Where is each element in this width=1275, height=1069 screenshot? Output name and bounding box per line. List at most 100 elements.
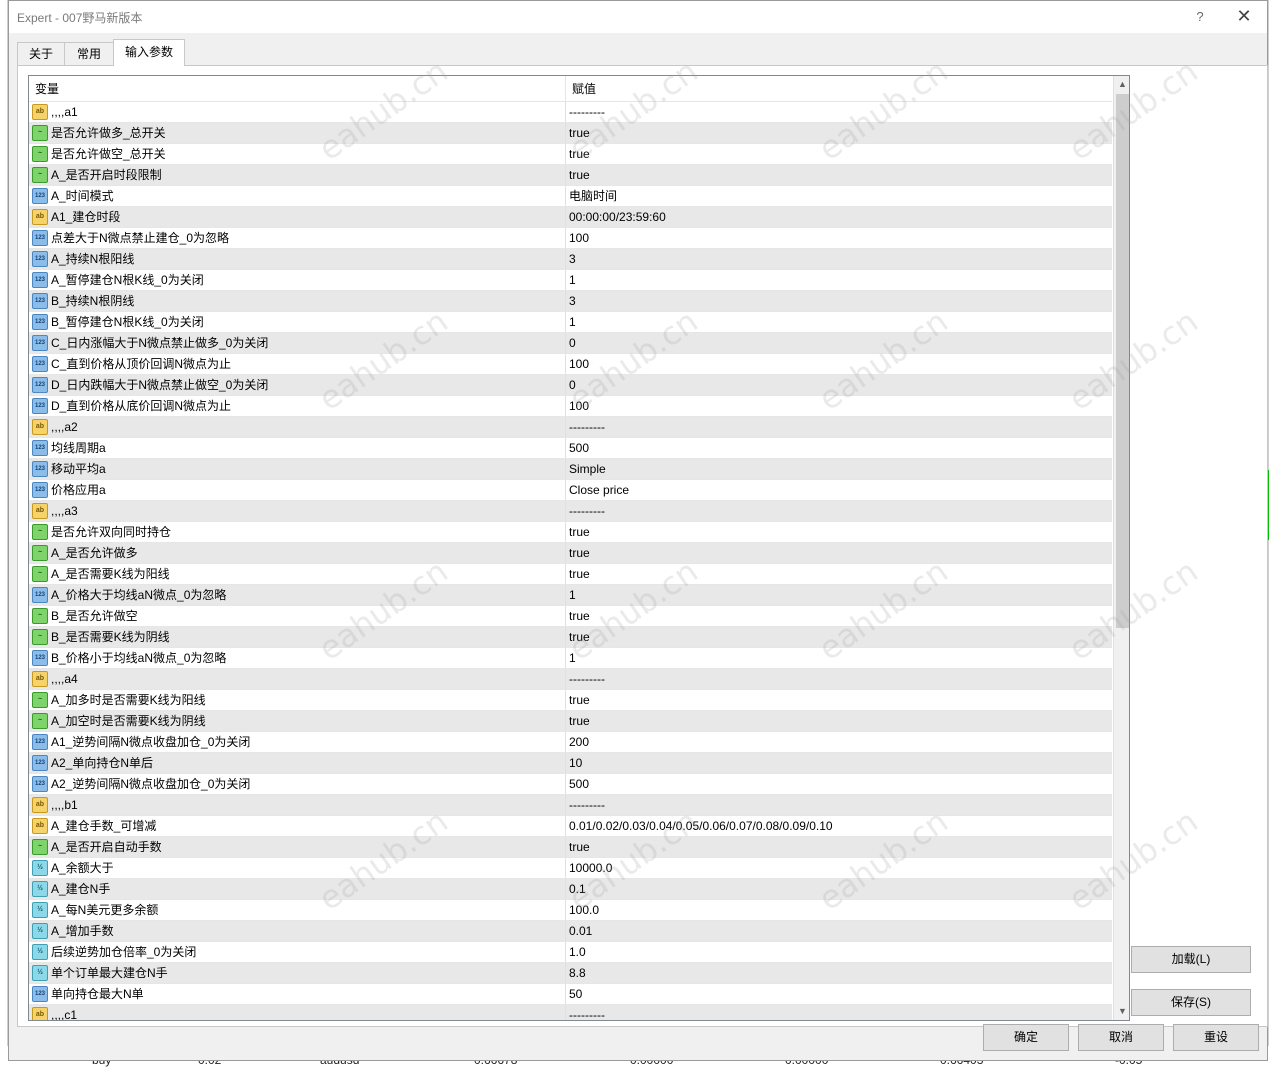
cancel-button[interactable]: 取消 <box>1078 1024 1164 1051</box>
parameter-value[interactable]: true <box>569 564 590 584</box>
parameter-value[interactable]: 10000.0 <box>569 858 612 878</box>
parameter-value[interactable]: true <box>569 165 590 185</box>
parameter-value[interactable]: --------- <box>569 1005 605 1020</box>
parameter-row[interactable]: ~ A_是否开启时段限制 true <box>29 165 1112 186</box>
parameter-row[interactable]: ½ 后续逆势加仓倍率_0为关闭 1.0 <box>29 942 1112 963</box>
parameter-value[interactable]: 1 <box>569 585 576 605</box>
parameter-value[interactable]: 1.0 <box>569 942 586 962</box>
title-bar[interactable]: Expert - 007野马新版本 ? ✕ <box>9 1 1267 33</box>
parameter-row[interactable]: 123 D_日内跌幅大于N微点禁止做空_0为关闭 0 <box>29 375 1112 396</box>
parameter-row[interactable]: ½ A_增加手数 0.01 <box>29 921 1112 942</box>
tab-about[interactable]: 关于 <box>17 42 65 65</box>
parameter-row[interactable]: ab ,,,,a4 --------- <box>29 669 1112 690</box>
parameter-value[interactable]: true <box>569 543 590 563</box>
tab-common[interactable]: 常用 <box>64 42 114 65</box>
load-button[interactable]: 加载(L) <box>1131 946 1251 973</box>
parameter-row[interactable]: 123 点差大于N微点禁止建仓_0为忽略 100 <box>29 228 1112 249</box>
column-header-variable[interactable]: 变量 <box>29 76 565 102</box>
parameter-value[interactable]: 1 <box>569 648 576 668</box>
parameter-value[interactable]: true <box>569 123 590 143</box>
parameter-row[interactable]: ½ A_每N美元更多余额 100.0 <box>29 900 1112 921</box>
parameter-row[interactable]: 123 单向持仓最大N单 50 <box>29 984 1112 1005</box>
parameter-value[interactable]: 500 <box>569 774 589 794</box>
parameter-row[interactable]: ~ 是否允许做多_总开关 true <box>29 123 1112 144</box>
parameter-value[interactable]: Close price <box>569 480 629 500</box>
ok-button[interactable]: 确定 <box>983 1024 1069 1051</box>
parameter-value[interactable]: true <box>569 711 590 731</box>
parameter-value[interactable]: 3 <box>569 249 576 269</box>
parameter-row[interactable]: 123 D_直到价格从底价回调N微点为止 100 <box>29 396 1112 417</box>
parameter-value[interactable]: 100 <box>569 354 589 374</box>
parameter-row[interactable]: 123 移动平均a Simple <box>29 459 1112 480</box>
parameter-row[interactable]: ab A_建仓手数_可增减 0.01/0.02/0.03/0.04/0.05/0.0… <box>29 816 1112 837</box>
parameter-value[interactable]: --------- <box>569 102 605 122</box>
parameter-row[interactable]: 123 B_价格小于均线aN微点_0为忽略 1 <box>29 648 1112 669</box>
parameter-value[interactable]: 8.8 <box>569 963 586 983</box>
parameter-row[interactable]: 123 A_价格大于均线aN微点_0为忽略 1 <box>29 585 1112 606</box>
parameter-row[interactable]: ab ,,,,a1 --------- <box>29 102 1112 123</box>
parameter-value[interactable]: 200 <box>569 732 589 752</box>
parameter-value[interactable]: 1 <box>569 270 576 290</box>
parameter-row[interactable]: ~ B_是否允许做空 true <box>29 606 1112 627</box>
parameter-value[interactable]: --------- <box>569 417 605 437</box>
parameter-row[interactable]: ab ,,,,b1 --------- <box>29 795 1112 816</box>
scroll-down-arrow-icon[interactable]: ▼ <box>1114 1003 1129 1020</box>
parameter-value[interactable]: --------- <box>569 669 605 689</box>
parameter-value[interactable]: 00:00:00/23:59:60 <box>569 207 666 227</box>
parameter-row[interactable]: 123 A_暂停建仓N根K线_0为关闭 1 <box>29 270 1112 291</box>
tab-inputs[interactable]: 输入参数 <box>113 39 185 66</box>
parameter-row[interactable]: ~ 是否允许双向同时持仓 true <box>29 522 1112 543</box>
parameter-value[interactable]: 100.0 <box>569 900 599 920</box>
parameter-value[interactable]: true <box>569 627 590 647</box>
parameter-row[interactable]: ½ 单个订单最大建仓N手 8.8 <box>29 963 1112 984</box>
column-header-value[interactable]: 赋值 <box>566 76 1106 102</box>
reset-button[interactable]: 重设 <box>1173 1024 1259 1051</box>
parameter-row[interactable]: 123 均线周期a 500 <box>29 438 1112 459</box>
parameter-value[interactable]: --------- <box>569 501 605 521</box>
parameter-row[interactable]: ab ,,,,a3 --------- <box>29 501 1112 522</box>
parameter-row[interactable]: ~ A_加多时是否需要K线为阳线 true <box>29 690 1112 711</box>
help-button[interactable]: ? <box>1189 6 1211 28</box>
parameter-value[interactable]: true <box>569 837 590 857</box>
parameter-value[interactable]: true <box>569 144 590 164</box>
parameter-row[interactable]: 123 A2_逆势间隔N微点收盘加仓_0为关闭 500 <box>29 774 1112 795</box>
save-button[interactable]: 保存(S) <box>1131 989 1251 1016</box>
vertical-scrollbar[interactable]: ▲ ▼ <box>1113 76 1129 1020</box>
parameter-row[interactable]: ~ A_是否开启自动手数 true <box>29 837 1112 858</box>
parameter-row[interactable]: ~ A_加空时是否需要K线为阴线 true <box>29 711 1112 732</box>
parameter-value[interactable]: 50 <box>569 984 582 1004</box>
parameter-row[interactable]: ab ,,,,a2 --------- <box>29 417 1112 438</box>
parameter-row[interactable]: ab A1_建仓时段 00:00:00/23:59:60 <box>29 207 1112 228</box>
parameter-row[interactable]: ½ A_余额大于 10000.0 <box>29 858 1112 879</box>
parameter-value[interactable]: 100 <box>569 396 589 416</box>
parameter-value[interactable]: true <box>569 522 590 542</box>
parameter-row[interactable]: ~ B_是否需要K线为阴线 true <box>29 627 1112 648</box>
parameter-value[interactable]: --------- <box>569 795 605 815</box>
parameter-row[interactable]: 123 B_持续N根阴线 3 <box>29 291 1112 312</box>
parameter-value[interactable]: 0 <box>569 375 576 395</box>
parameter-value[interactable]: 0.01 <box>569 921 592 941</box>
parameter-value[interactable]: 1 <box>569 312 576 332</box>
parameter-value[interactable]: 0.1 <box>569 879 586 899</box>
parameter-value[interactable]: 100 <box>569 228 589 248</box>
parameter-value[interactable]: 0 <box>569 333 576 353</box>
parameter-row[interactable]: 123 A_持续N根阳线 3 <box>29 249 1112 270</box>
scroll-up-arrow-icon[interactable]: ▲ <box>1114 76 1129 93</box>
parameter-value[interactable]: 10 <box>569 753 582 773</box>
parameter-value[interactable]: 3 <box>569 291 576 311</box>
parameter-row[interactable]: 123 A2_单向持仓N单后 10 <box>29 753 1112 774</box>
parameter-value[interactable]: 电脑时间 <box>569 186 617 206</box>
parameter-row[interactable]: 123 B_暂停建仓N根K线_0为关闭 1 <box>29 312 1112 333</box>
parameter-row[interactable]: ~ A_是否需要K线为阳线 true <box>29 564 1112 585</box>
parameter-row[interactable]: 123 A_时间模式 电脑时间 <box>29 186 1112 207</box>
parameter-value[interactable]: true <box>569 690 590 710</box>
parameter-row[interactable]: 123 C_日内涨幅大于N微点禁止做多_0为关闭 0 <box>29 333 1112 354</box>
parameter-row[interactable]: 123 A1_逆势间隔N微点收盘加仓_0为关闭 200 <box>29 732 1112 753</box>
parameter-value[interactable]: 0.01/0.02/0.03/0.04/0.05/0.06/0.07/0.08/… <box>569 816 833 836</box>
parameter-value[interactable]: Simple <box>569 459 606 479</box>
parameter-row[interactable]: 123 C_直到价格从顶价回调N微点为止 100 <box>29 354 1112 375</box>
parameter-row[interactable]: ab ,,,,c1 --------- <box>29 1005 1112 1020</box>
parameter-row[interactable]: ½ A_建仓N手 0.1 <box>29 879 1112 900</box>
scroll-thumb[interactable] <box>1116 94 1129 628</box>
parameter-value[interactable]: 500 <box>569 438 589 458</box>
